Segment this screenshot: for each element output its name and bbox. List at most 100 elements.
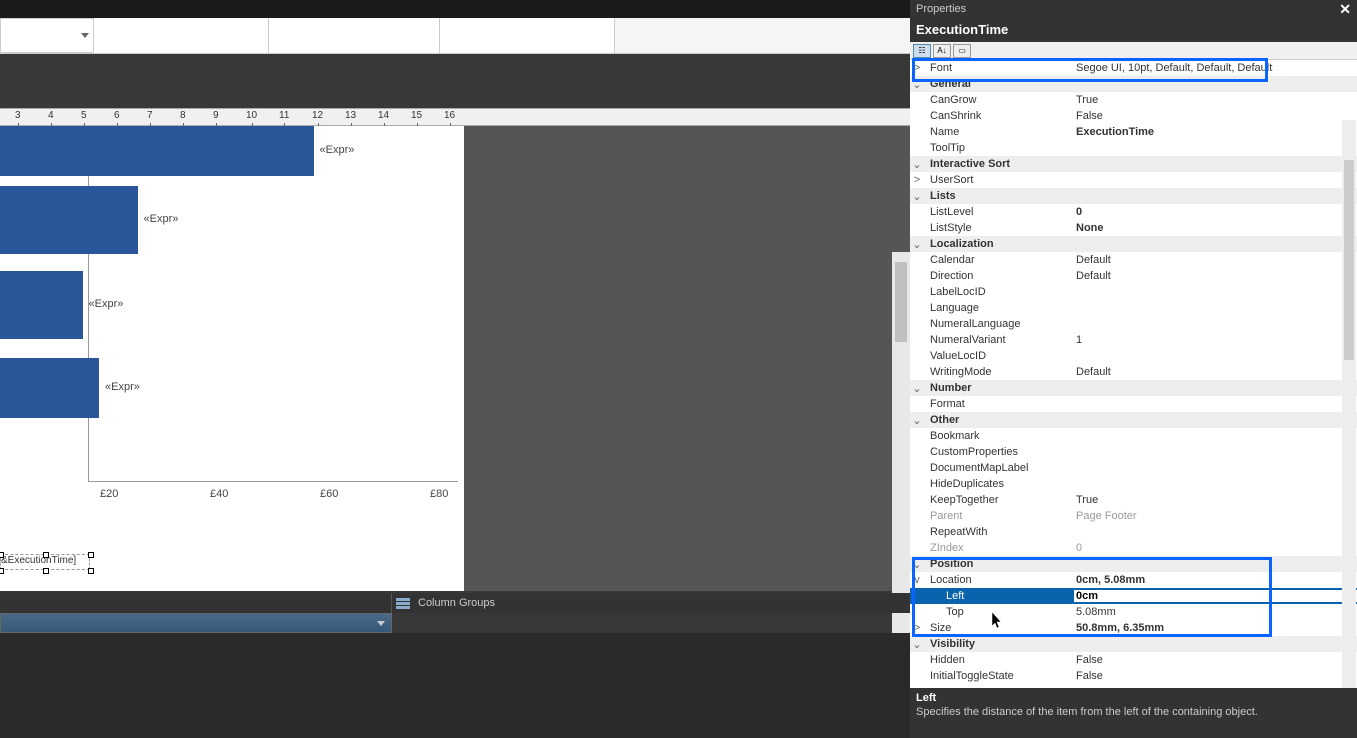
property-row[interactable]: WritingModeDefault [910,364,1357,380]
property-row[interactable]: Format [910,396,1357,412]
property-value[interactable]: Page Footer [1074,510,1357,522]
property-row[interactable]: ZIndex0 [910,540,1357,556]
property-row[interactable]: HiddenFalse [910,652,1357,668]
column-groups-icon [394,595,412,611]
property-row[interactable]: ListStyleNone [910,220,1357,236]
row-group-dropdown[interactable] [0,613,392,633]
property-value[interactable]: 0 [1074,206,1357,218]
resize-handle-se[interactable] [88,568,94,574]
report-page[interactable]: «Expr»«Expr»«Expr»«Expr» £20£40£60£80 &E… [0,126,465,591]
property-value[interactable]: False [1074,670,1357,682]
property-pages-button[interactable]: ▭ [953,44,971,58]
properties-scrollbar[interactable] [1342,120,1356,688]
alphabetical-view-button[interactable]: A↓ [933,44,951,58]
categorized-view-button[interactable]: ☷ [913,44,931,58]
property-row[interactable]: DocumentMapLabel [910,460,1357,476]
property-row[interactable]: vLocation0cm, 5.08mm [910,572,1357,588]
property-value[interactable]: 0cm [1074,590,1357,602]
property-row[interactable]: CanGrowTrue [910,92,1357,108]
property-row[interactable]: CalendarDefault [910,252,1357,268]
expand-icon[interactable]: v [910,574,924,586]
property-row[interactable]: Left0cm [910,588,1357,604]
property-category[interactable]: ⌄General [910,76,1357,92]
property-value[interactable]: 0 [1074,542,1357,554]
resize-handle-ne[interactable] [88,552,94,558]
property-label: Interactive Sort [924,158,1074,170]
property-row[interactable]: KeepTogetherTrue [910,492,1357,508]
property-category[interactable]: ⌄Other [910,412,1357,428]
expand-icon[interactable]: ⌄ [910,190,924,203]
expand-icon[interactable]: ⌄ [910,238,924,251]
property-row[interactable]: Language [910,300,1357,316]
property-row[interactable]: >UserSort [910,172,1357,188]
properties-title: Properties [916,3,966,15]
property-row[interactable]: ToolTip [910,140,1357,156]
chart-bar[interactable] [0,126,314,176]
property-row[interactable]: Top5.08mm [910,604,1357,620]
property-value[interactable]: 0cm, 5.08mm [1074,574,1357,586]
expand-icon[interactable]: ⌄ [910,558,924,571]
property-category[interactable]: ⌄Localization [910,236,1357,252]
property-row[interactable]: DirectionDefault [910,268,1357,284]
property-value[interactable]: False [1074,110,1357,122]
resize-handle-n[interactable] [43,552,49,558]
property-value[interactable]: Segoe UI, 10pt, Default, Default, Defaul… [1074,62,1357,74]
property-row[interactable]: CustomProperties [910,444,1357,460]
expand-icon[interactable]: ⌄ [910,158,924,171]
property-value[interactable]: None [1074,222,1357,234]
property-row[interactable]: InitialToggleStateFalse [910,668,1357,684]
expand-icon[interactable]: ⌄ [910,414,924,427]
property-value[interactable]: Default [1074,270,1357,282]
property-category[interactable]: ⌄Number [910,380,1357,396]
property-row[interactable]: NumeralLanguage [910,316,1357,332]
property-value[interactable]: ExecutionTime [1074,126,1357,138]
property-category[interactable]: ⌄Interactive Sort [910,156,1357,172]
property-value[interactable]: True [1074,494,1357,506]
x-axis-label: £40 [210,488,228,500]
resize-handle-sw[interactable] [0,568,4,574]
property-row[interactable]: ValueLocID [910,348,1357,364]
property-value[interactable]: False [1074,654,1357,666]
property-category[interactable]: ⌄Visibility [910,636,1357,652]
property-category[interactable]: ⌄Lists [910,188,1357,204]
property-value[interactable]: Default [1074,366,1357,378]
property-row[interactable]: >FontSegoe UI, 10pt, Default, Default, D… [910,60,1357,76]
ruler-tick: 14 [378,110,389,121]
chart-bar[interactable] [0,358,99,418]
expand-icon[interactable]: ⌄ [910,638,924,651]
expand-icon[interactable]: ⌄ [910,382,924,395]
name-box-dropdown[interactable] [0,18,94,53]
close-icon[interactable]: ✕ [1339,1,1351,18]
execution-time-textbox[interactable]: &ExecutionTime] [0,554,90,570]
property-value[interactable]: 1 [1074,334,1357,346]
report-canvas[interactable]: «Expr»«Expr»«Expr»«Expr» £20£40£60£80 &E… [0,126,910,591]
property-row[interactable]: ParentPage Footer [910,508,1357,524]
expand-icon[interactable]: > [910,62,924,74]
property-row[interactable]: Bookmark [910,428,1357,444]
property-label: Name [924,126,1074,138]
property-row[interactable]: ListLevel0 [910,204,1357,220]
property-row[interactable]: CanShrinkFalse [910,108,1357,124]
property-row[interactable]: NameExecutionTime [910,124,1357,140]
properties-grid[interactable]: >FontSegoe UI, 10pt, Default, Default, D… [910,60,1357,688]
property-value[interactable]: True [1074,94,1357,106]
resize-handle-nw[interactable] [0,552,4,558]
expand-icon[interactable]: ⌄ [910,78,924,91]
resize-handle-s[interactable] [43,568,49,574]
expand-icon[interactable]: > [910,622,924,634]
property-row[interactable]: LabelLocID [910,284,1357,300]
property-label: CustomProperties [924,446,1074,458]
property-row[interactable]: RepeatWith [910,524,1357,540]
chart-bar[interactable] [0,186,138,254]
chart-bar[interactable] [0,271,83,339]
property-value[interactable]: 50.8mm, 6.35mm [1074,622,1357,634]
property-value[interactable]: 5.08mm [1074,606,1357,618]
property-row[interactable]: NumeralVariant1 [910,332,1357,348]
property-row[interactable]: >Size50.8mm, 6.35mm [910,620,1357,636]
property-category[interactable]: ⌄Position [910,556,1357,572]
expand-icon[interactable]: > [910,174,924,186]
property-value[interactable]: Default [1074,254,1357,266]
ruler-tick: 4 [48,110,54,121]
property-row[interactable]: HideDuplicates [910,476,1357,492]
ribbon-cell-2 [94,18,269,53]
